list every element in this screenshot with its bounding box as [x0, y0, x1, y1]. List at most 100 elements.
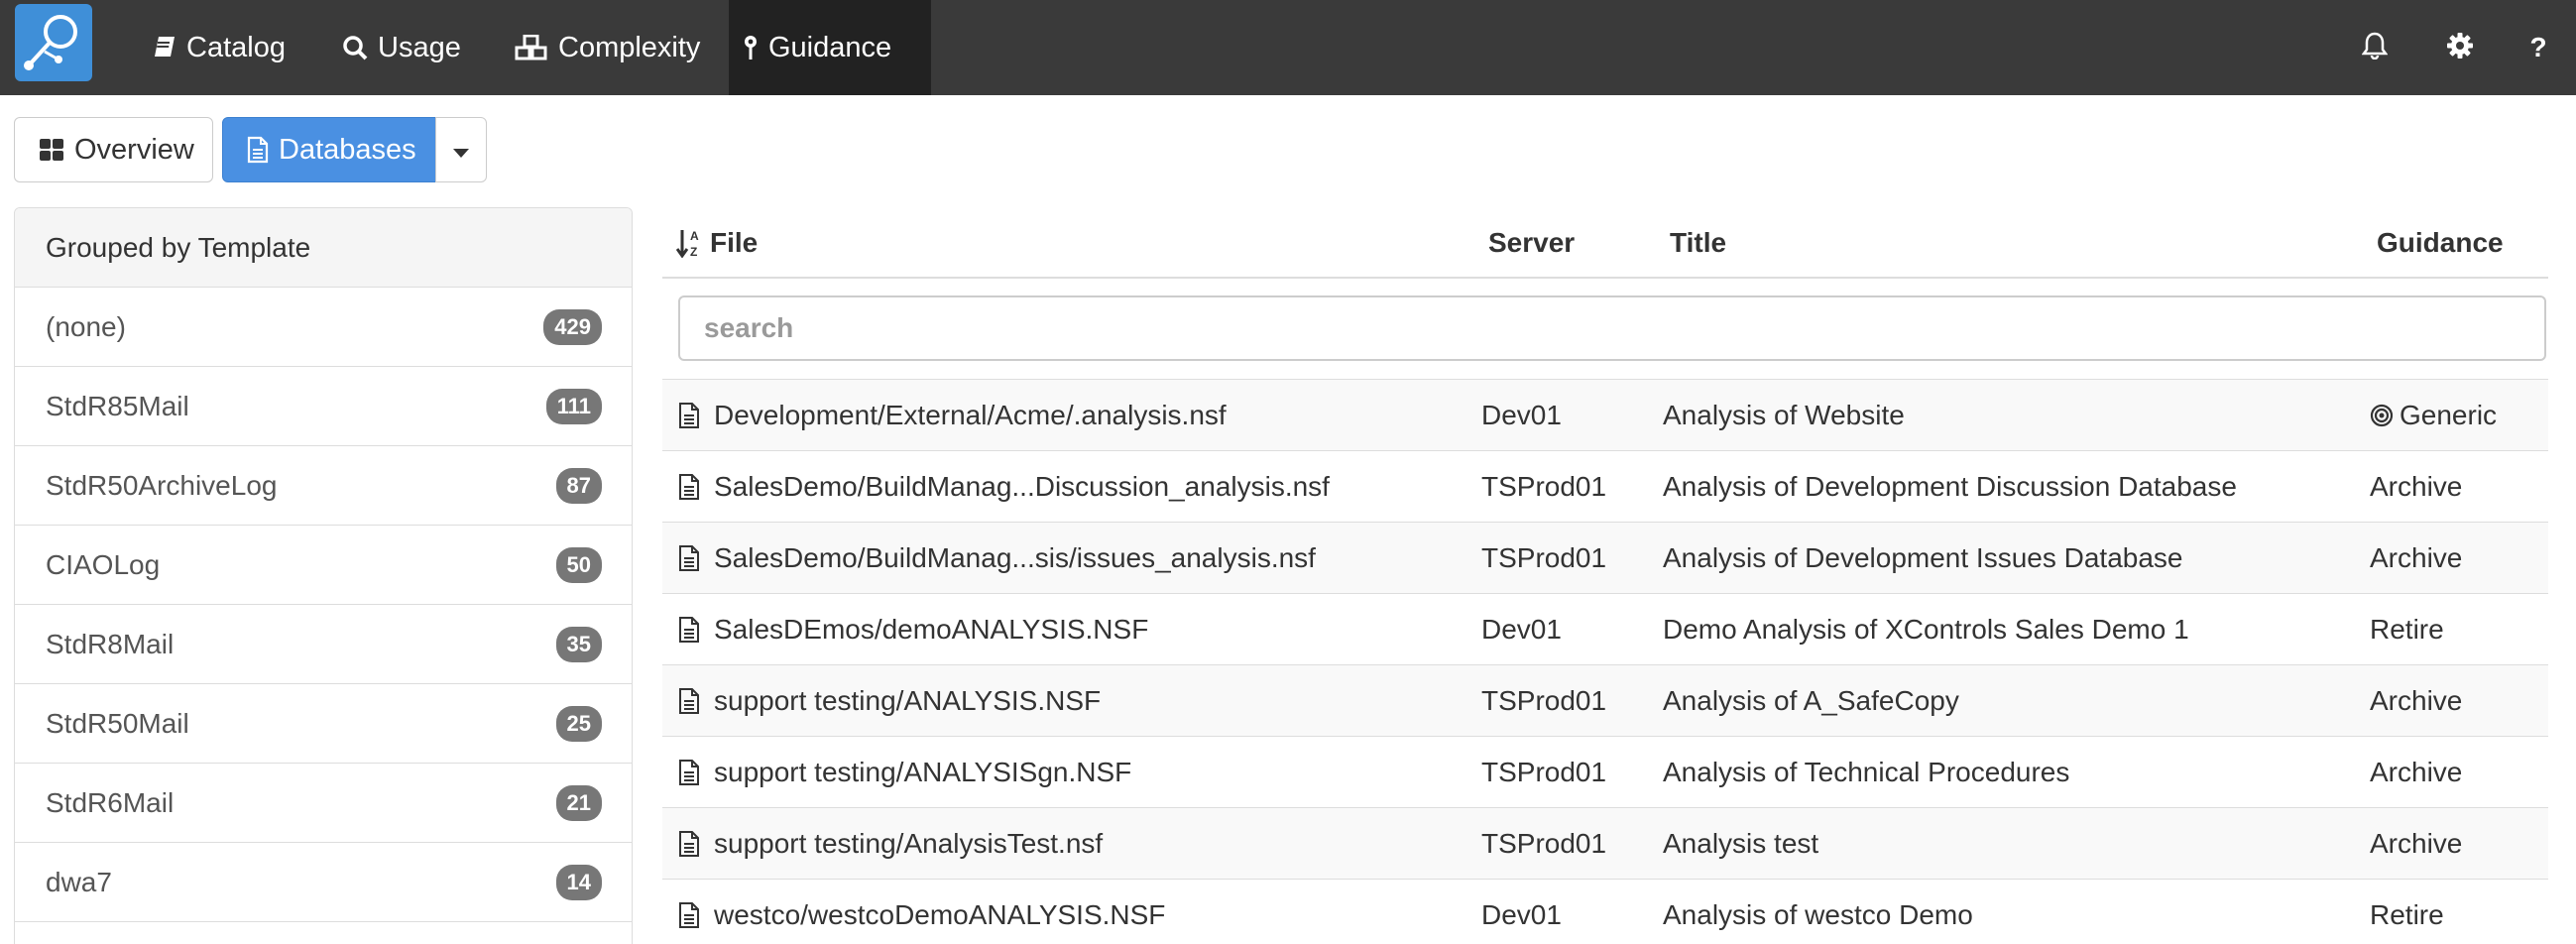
server-cell: Dev01: [1481, 400, 1562, 430]
file-cell[interactable]: SalesDemo/BuildManag...Discussion_analys…: [678, 451, 1330, 523]
file-path: SalesDEmos/demoANALYSIS.NSF: [714, 614, 1149, 645]
column-guidance[interactable]: Guidance: [2377, 207, 2504, 279]
file-icon: [247, 136, 269, 164]
file-path: support testing/ANALYSISgn.NSF: [714, 757, 1132, 787]
group-label: CIAOLog: [46, 548, 161, 580]
table-row[interactable]: support testing/ANALYSISgn.NSF TSProd01 …: [662, 737, 2548, 808]
svg-text:Z: Z: [690, 245, 697, 258]
server-cell: TSProd01: [1481, 542, 1607, 573]
settings-button[interactable]: [2437, 0, 2483, 95]
group-item[interactable]: StdR8Mail 35: [15, 605, 632, 684]
group-label: dwa7: [46, 866, 112, 897]
file-icon: [678, 901, 700, 929]
file-cell[interactable]: SalesDemo/BuildManag...sis/issues_analys…: [678, 523, 1316, 594]
guidance-cell: Retire: [2370, 614, 2444, 645]
file-cell[interactable]: SalesDEmos/demoANALYSIS.NSF: [678, 594, 1148, 665]
nav-complexity-label: Complexity: [558, 31, 701, 63]
group-item[interactable]: (none) 429: [15, 288, 632, 367]
app-logo[interactable]: [15, 4, 92, 81]
count-badge: 21: [555, 784, 602, 821]
databases-dropdown-toggle[interactable]: [435, 117, 487, 182]
table-header: AZ File Server Title Guidance: [662, 207, 2548, 279]
title-cell: Analysis of Technical Procedures: [1663, 757, 2070, 787]
nav-usage[interactable]: Usage: [328, 0, 475, 95]
table-row[interactable]: westco/westcoDemoANALYSIS.NSF Dev01 Anal…: [662, 880, 2548, 944]
search-icon: [342, 35, 368, 60]
nav-catalog[interactable]: Catalog: [139, 0, 299, 95]
file-path: support testing/AnalysisTest.nsf: [714, 828, 1104, 859]
databases-label: Databases: [279, 133, 416, 166]
cubes-icon: [515, 35, 548, 60]
count-badge: 35: [555, 626, 602, 662]
map-marker-icon: [743, 35, 759, 60]
template-group-panel: Grouped by Template (none) 429 StdR85Mai…: [14, 207, 633, 944]
count-badge: 50: [555, 546, 602, 583]
table-row[interactable]: Development/External/Acme/.analysis.nsf …: [662, 380, 2548, 451]
count-badge: 111: [545, 388, 602, 424]
guidance-cell: Generic: [2370, 380, 2497, 451]
title-cell: Analysis of westco Demo: [1663, 899, 1973, 930]
group-item[interactable]: dwa7 14: [15, 843, 632, 922]
file-cell[interactable]: westco/westcoDemoANALYSIS.NSF: [678, 880, 1165, 944]
sort-alpha-icon: AZ: [676, 228, 704, 258]
column-title-label: Title: [1670, 227, 1727, 258]
group-item[interactable]: StdR85Mail 111: [15, 367, 632, 446]
column-guidance-label: Guidance: [2377, 227, 2504, 258]
column-server[interactable]: Server: [1488, 207, 1575, 279]
table-row[interactable]: SalesDemo/BuildManag...Discussion_analys…: [662, 451, 2548, 523]
title-cell: Demo Analysis of XControls Sales Demo 1: [1663, 614, 2189, 645]
overview-button[interactable]: Overview: [14, 117, 213, 182]
guidance-cell: Retire: [2370, 899, 2444, 930]
group-label: StdR8Mail: [46, 628, 175, 659]
table-row[interactable]: SalesDemo/BuildManag...sis/issues_analys…: [662, 523, 2548, 594]
file-cell[interactable]: support testing/AnalysisTest.nsf: [678, 808, 1103, 880]
group-item[interactable]: StdR50Mail 25: [15, 684, 632, 764]
nav-usage-label: Usage: [378, 31, 461, 63]
column-file[interactable]: AZ File: [676, 207, 758, 279]
group-label: StdR6Mail: [46, 786, 175, 818]
group-label: StdR50Mail: [46, 707, 189, 739]
help-button[interactable]: ?: [2518, 0, 2558, 95]
file-icon: [678, 687, 700, 715]
server-cell: TSProd01: [1481, 828, 1607, 859]
count-badge: 87: [555, 467, 602, 504]
column-server-label: Server: [1488, 227, 1576, 258]
table-row[interactable]: support testing/ANALYSIS.NSF TSProd01 An…: [662, 665, 2548, 737]
table-row[interactable]: SalesDEmos/demoANALYSIS.NSF Dev01 Demo A…: [662, 594, 2548, 665]
file-path: Development/External/Acme/.analysis.nsf: [714, 400, 1227, 430]
group-item[interactable]: CIAOLog 50: [15, 526, 632, 605]
file-cell[interactable]: support testing/ANALYSISgn.NSF: [678, 737, 1131, 808]
top-navbar: Catalog Usage Complexity Guidance ?: [0, 0, 2576, 95]
file-cell[interactable]: support testing/ANALYSIS.NSF: [678, 665, 1101, 737]
file-icon: [678, 402, 700, 429]
title-cell: Analysis of Development Issues Database: [1663, 542, 2183, 573]
count-badge: 14: [555, 864, 602, 900]
nav-guidance[interactable]: Guidance: [729, 0, 931, 95]
nav-complexity[interactable]: Complexity: [501, 0, 714, 95]
table-row[interactable]: support testing/AnalysisTest.nsf TSProd0…: [662, 808, 2548, 880]
file-icon: [678, 544, 700, 572]
column-title[interactable]: Title: [1670, 207, 1726, 279]
databases-button[interactable]: Databases: [222, 117, 436, 182]
title-cell: Analysis of A_SafeCopy: [1663, 685, 1959, 716]
file-cell[interactable]: Development/External/Acme/.analysis.nsf: [678, 380, 1227, 451]
panel-heading: Grouped by Template: [15, 208, 632, 288]
group-label: (none): [46, 310, 126, 342]
guidance-label: Generic: [2400, 400, 2498, 430]
question-icon: ?: [2529, 32, 2547, 62]
count-badge: 25: [555, 705, 602, 742]
database-table: AZ File Server Title Guidance Developmen…: [662, 207, 2548, 930]
th-large-icon: [39, 138, 64, 162]
nav-catalog-label: Catalog: [186, 31, 286, 63]
file-icon: [678, 616, 700, 644]
svg-text:A: A: [690, 229, 699, 243]
search-input[interactable]: [678, 295, 2546, 361]
column-file-label: File: [710, 227, 759, 258]
group-item[interactable]: StdR6Mail 21: [15, 764, 632, 843]
group-item[interactable]: StdR50ArchiveLog 87: [15, 446, 632, 526]
title-cell: Analysis of Development Discussion Datab…: [1663, 471, 2237, 502]
file-path: SalesDemo/BuildManag...sis/issues_analys…: [714, 542, 1316, 573]
server-cell: TSProd01: [1481, 471, 1607, 502]
title-cell: Analysis test: [1663, 828, 1819, 859]
notifications-button[interactable]: [2352, 0, 2398, 95]
